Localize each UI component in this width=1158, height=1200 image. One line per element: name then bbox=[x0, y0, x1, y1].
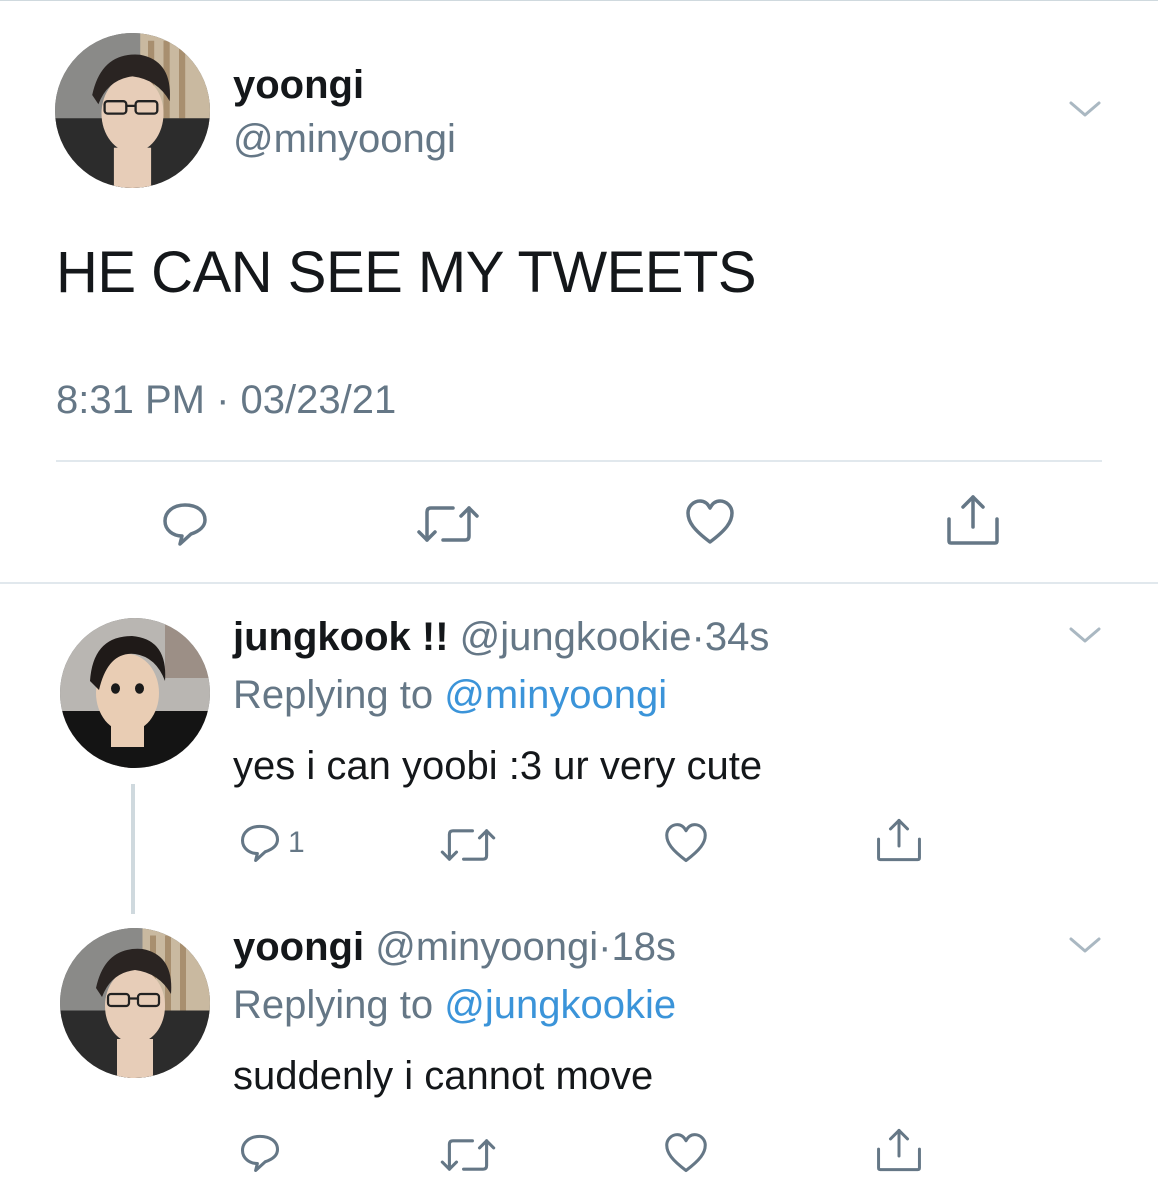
comment-bubble-icon bbox=[163, 503, 207, 546]
top-border bbox=[0, 0, 1158, 1]
heart-icon bbox=[686, 499, 734, 544]
main-tweet-timestamp[interactable]: 8:31 PM · 03/23/21 bbox=[56, 377, 396, 423]
main-tweet-date: 03/23/21 bbox=[240, 378, 397, 422]
retweet-icon bbox=[417, 506, 479, 542]
reply-2-text: suddenly i cannot move bbox=[233, 1054, 654, 1098]
main-tweet-menu-chevron-down-icon[interactable] bbox=[1068, 97, 1102, 121]
reply-2-share-button[interactable] bbox=[875, 1127, 923, 1173]
avatar-photo-icon bbox=[60, 928, 210, 1078]
reply-1-replying-prefix: Replying to bbox=[233, 673, 434, 717]
share-icon bbox=[877, 818, 921, 862]
main-tweet-time: 8:31 PM bbox=[56, 378, 205, 422]
reply-2-retweet-button[interactable] bbox=[437, 1135, 499, 1175]
thread-divider bbox=[0, 582, 1158, 584]
reply-2-replying-prefix: Replying to bbox=[233, 983, 434, 1027]
share-icon bbox=[877, 1128, 921, 1172]
comment-bubble-icon bbox=[240, 824, 280, 863]
reply-1-avatar[interactable] bbox=[60, 618, 210, 768]
heart-icon bbox=[665, 1133, 707, 1173]
reply-1-retweet-button[interactable] bbox=[437, 825, 499, 865]
thread-connector-line bbox=[131, 784, 135, 914]
reply-1-replying-mention[interactable]: @minyoongi bbox=[444, 673, 667, 717]
main-tweet-meta-separator: · bbox=[216, 378, 230, 422]
heart-icon bbox=[665, 823, 707, 863]
main-reply-button[interactable] bbox=[160, 500, 210, 548]
main-share-button[interactable] bbox=[945, 493, 1001, 547]
reply-2-replying-to: Replying to @jungkookie bbox=[233, 982, 676, 1028]
main-tweet-display-name[interactable]: yoongi bbox=[233, 62, 364, 108]
reply-1-header: jungkook !! @jungkookie·34s bbox=[233, 614, 769, 660]
reply-2-separator: · bbox=[598, 925, 612, 969]
reply-1-separator: · bbox=[691, 615, 705, 659]
avatar-photo-icon bbox=[55, 33, 210, 188]
share-icon bbox=[947, 495, 999, 545]
main-tweet-handle[interactable]: @minyoongi bbox=[233, 116, 456, 162]
main-retweet-button[interactable] bbox=[413, 502, 483, 546]
reply-2-menu-chevron-down-icon[interactable] bbox=[1068, 933, 1102, 957]
reply-1-like-button[interactable] bbox=[663, 822, 709, 864]
reply-1-text: yes i can yoobi :3 ur very cute bbox=[233, 744, 763, 788]
reply-2-header: yoongi @minyoongi·18s bbox=[233, 924, 676, 970]
reply-2-replying-mention[interactable]: @jungkookie bbox=[444, 983, 676, 1027]
reply-1-replying-to: Replying to @minyoongi bbox=[233, 672, 667, 718]
reply-1-handle[interactable]: @jungkookie bbox=[460, 615, 692, 659]
reply-1-menu-chevron-down-icon[interactable] bbox=[1068, 623, 1102, 647]
main-tweet-text: HE CAN SEE MY TWEETS bbox=[56, 240, 757, 305]
retweet-icon bbox=[440, 829, 496, 861]
reply-2-avatar[interactable] bbox=[60, 928, 210, 1078]
avatar-photo-icon bbox=[60, 618, 210, 768]
reply-1-display-name[interactable]: jungkook !! bbox=[233, 615, 449, 659]
reply-2-time[interactable]: 18s bbox=[611, 925, 676, 969]
reply-2-handle[interactable]: @minyoongi bbox=[375, 925, 598, 969]
retweet-icon bbox=[440, 1139, 496, 1171]
reply-2-reply-button[interactable] bbox=[238, 1132, 282, 1174]
reply-1-reply-count: 1 bbox=[288, 826, 305, 859]
reply-1-time[interactable]: 34s bbox=[705, 615, 770, 659]
comment-bubble-icon bbox=[240, 1134, 280, 1173]
reply-1-reply-button[interactable]: 1 bbox=[238, 822, 305, 864]
reply-1-share-button[interactable] bbox=[875, 817, 923, 863]
reply-2-display-name[interactable]: yoongi bbox=[233, 925, 364, 969]
reply-2-like-button[interactable] bbox=[663, 1132, 709, 1174]
main-tweet-divider bbox=[56, 460, 1102, 462]
main-tweet-avatar[interactable] bbox=[55, 33, 210, 188]
main-like-button[interactable] bbox=[684, 498, 736, 546]
